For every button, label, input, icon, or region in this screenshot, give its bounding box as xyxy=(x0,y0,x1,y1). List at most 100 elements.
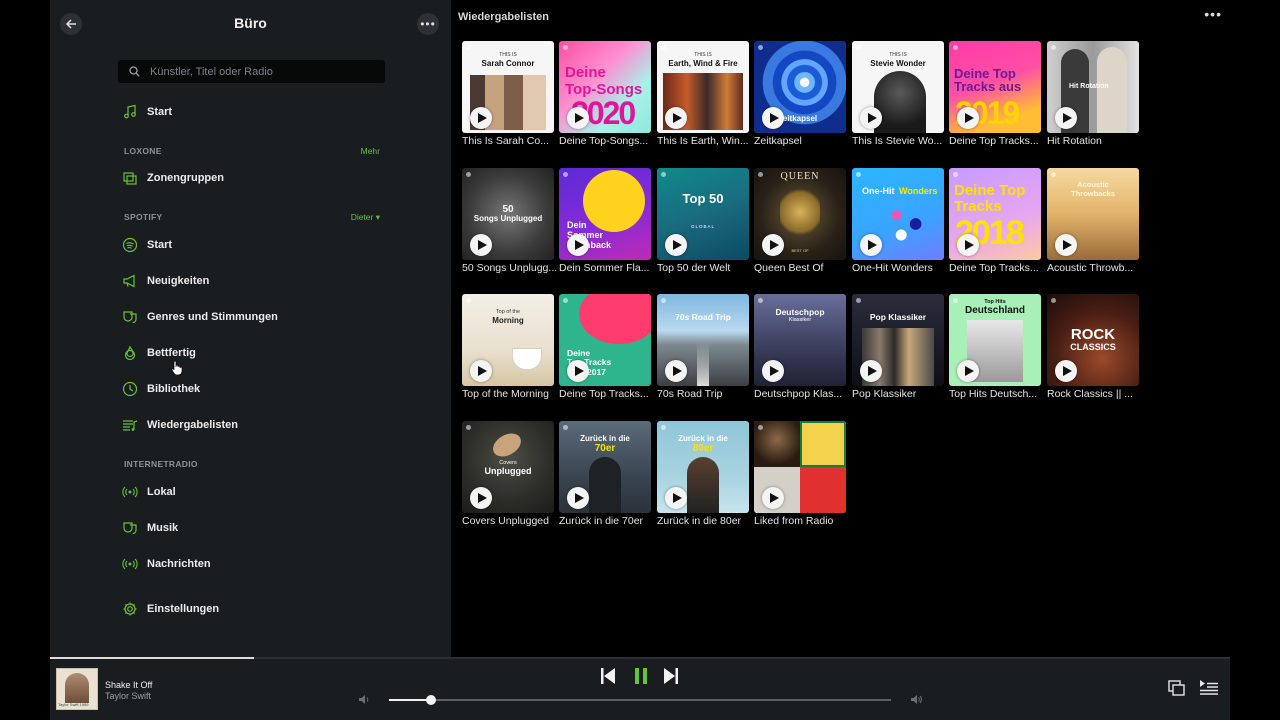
playlist-cover: Deine Top Tracks 2018 xyxy=(949,168,1041,260)
volume-slider-track[interactable] xyxy=(389,699,891,701)
playlist-caption: Acoustic Throwb... xyxy=(1047,262,1134,274)
play-icon xyxy=(574,366,584,376)
playlist-cover: Zurück in die 70er xyxy=(559,421,651,513)
volume-high-icon[interactable] xyxy=(910,694,922,705)
play-button[interactable] xyxy=(665,107,687,129)
playlist-tile[interactable]: THIS IS Earth, Wind & Fire This Is Earth… xyxy=(657,41,749,155)
track-title[interactable]: Shake It Off xyxy=(105,680,152,690)
nav-label: Bettfertig xyxy=(147,347,196,359)
playlist-cover: One-Hit Wonders xyxy=(852,168,944,260)
hand-cursor-icon xyxy=(171,360,183,376)
play-button[interactable] xyxy=(860,360,882,382)
zone-indicator xyxy=(50,657,254,659)
playlist-tile[interactable]: Hit Rotation Hit Rotation xyxy=(1047,41,1139,155)
playlist-tile[interactable]: Top of the Morning Top of the Morning xyxy=(462,294,554,408)
play-button[interactable] xyxy=(567,487,589,509)
playlist-tile[interactable]: 50 Songs Unplugged 50 Songs Unplugg... xyxy=(462,168,557,282)
nav-label: Bibliothek xyxy=(147,383,201,395)
playlist-tile[interactable]: Dein Sommer Flashback Dein Sommer Fla... xyxy=(559,168,651,282)
playlist-cover: 70s Road Trip xyxy=(657,294,749,386)
playlist-tile[interactable]: One-Hit Wonders One-Hit Wonders xyxy=(852,168,944,282)
next-button[interactable] xyxy=(663,667,679,685)
playlist-tile[interactable]: 70s Road Trip 70s Road Trip xyxy=(657,294,749,408)
gear-icon xyxy=(123,602,137,616)
play-button[interactable] xyxy=(470,234,492,256)
playlist-caption: Dein Sommer Fla... xyxy=(559,262,650,274)
playlist-cover: Hit Rotation xyxy=(1047,41,1139,133)
zone-group-icon[interactable] xyxy=(1167,679,1187,697)
playlist-tile[interactable]: THIS IS Stevie Wonder This Is Stevie Wo.… xyxy=(852,41,944,155)
play-icon xyxy=(672,113,682,123)
playlist-caption: Top Hits Deutsch... xyxy=(949,388,1038,400)
play-icon xyxy=(672,240,682,250)
play-icon xyxy=(574,113,584,123)
play-button[interactable] xyxy=(957,234,979,256)
nav-label: Musik xyxy=(147,522,179,534)
play-button[interactable] xyxy=(567,234,589,256)
play-button[interactable] xyxy=(567,107,589,129)
playlist-tile[interactable]: Deine Top Tracks 2018 Deine Top Tracks..… xyxy=(949,168,1041,282)
play-button[interactable] xyxy=(762,107,784,129)
pause-button[interactable] xyxy=(633,667,649,685)
queue-icon[interactable] xyxy=(1199,679,1219,697)
play-button[interactable] xyxy=(762,360,784,382)
clock-icon xyxy=(122,381,138,397)
playlist-caption: Liked from Radio xyxy=(754,515,834,527)
play-button[interactable] xyxy=(860,234,882,256)
playlist-cover: Deutschpop Klassiker xyxy=(754,294,846,386)
playlist-tile[interactable]: Top 50 GLOBAL Top 50 der Welt xyxy=(657,168,749,282)
volume-low-icon[interactable] xyxy=(358,694,370,705)
previous-button[interactable] xyxy=(600,667,616,685)
play-button[interactable] xyxy=(470,107,492,129)
search-input[interactable] xyxy=(150,60,375,83)
play-button[interactable] xyxy=(860,107,882,129)
playlist-tile[interactable]: Acoustic Throwbacks Acoustic Throwb... xyxy=(1047,168,1139,282)
zone-groups-icon xyxy=(123,172,137,185)
play-button[interactable] xyxy=(567,360,589,382)
play-button[interactable] xyxy=(957,107,979,129)
more-button[interactable]: ••• xyxy=(417,13,439,35)
playlist-tile[interactable]: Pop Klassiker Pop Klassiker xyxy=(852,294,944,408)
playlist-caption: This Is Stevie Wo... xyxy=(852,135,943,147)
track-artist[interactable]: Taylor Swift xyxy=(105,691,151,701)
playlist-cover: Dein Sommer Flashback xyxy=(559,168,651,260)
playlist-tile[interactable]: THIS IS Sarah Connor This Is Sarah Co... xyxy=(462,41,554,155)
playlist-area: Wiedergabelisten ••• THIS IS Sarah Conno… xyxy=(452,0,1230,657)
play-button[interactable] xyxy=(1055,360,1077,382)
playlist-tile[interactable]: Top Hits Deutschland Top Hits Deutsch... xyxy=(949,294,1041,408)
play-button[interactable] xyxy=(762,234,784,256)
playlist-tile[interactable]: Zurück in die 70er Zurück in die 70er xyxy=(559,421,651,535)
playlist-tile[interactable]: Zurück in die 80er Zurück in die 80er xyxy=(657,421,749,535)
play-button[interactable] xyxy=(470,487,492,509)
playlist-tile[interactable]: ROCK CLASSICS Rock Classics || ... xyxy=(1047,294,1139,408)
playlist-tile[interactable]: Zeitkapsel Zeitkapsel xyxy=(754,41,846,155)
playlist-tile[interactable]: QUEEN BEST OF Queen Best Of xyxy=(754,168,846,282)
play-button[interactable] xyxy=(665,360,687,382)
megaphone-icon xyxy=(123,274,135,288)
spotify-user-dropdown[interactable]: Dieter ▾ xyxy=(351,212,380,223)
playlist-cover: Top of the Morning xyxy=(462,294,554,386)
mehr-link[interactable]: Mehr xyxy=(361,146,380,156)
play-button[interactable] xyxy=(665,234,687,256)
playlist-tile[interactable]: Deine Top-Songs 2020 Deine Top-Songs... xyxy=(559,41,651,155)
more-menu-button[interactable]: ••• xyxy=(1204,6,1222,22)
play-icon xyxy=(964,366,974,376)
room-title: Büro xyxy=(234,15,267,31)
play-button[interactable] xyxy=(957,360,979,382)
playlist-tile[interactable]: Deine Top Tracks aus 2019 Deine Top Trac… xyxy=(949,41,1041,155)
play-button[interactable] xyxy=(1055,234,1077,256)
playlist-tile[interactable]: Deutschpop Klassiker Deutschpop Klas... xyxy=(754,294,846,408)
play-button[interactable] xyxy=(665,487,687,509)
play-icon xyxy=(574,240,584,250)
volume-slider-handle[interactable] xyxy=(426,695,436,705)
playlist-tile[interactable]: Liked from Radio xyxy=(754,421,846,535)
play-button[interactable] xyxy=(1055,107,1077,129)
play-button[interactable] xyxy=(470,360,492,382)
playlist-caption: Pop Klassiker xyxy=(852,388,917,400)
sidebar: Büro ••• Start LOXONE Mehr Zonengruppen … xyxy=(50,0,451,657)
sleep-icon xyxy=(124,345,136,361)
album-cover[interactable]: Taylor Swift 1989 xyxy=(56,668,98,710)
play-button[interactable] xyxy=(762,487,784,509)
playlist-tile[interactable]: Covers Unplugged Covers Unplugged xyxy=(462,421,554,535)
playlist-tile[interactable]: Deine Top Tracks 2017 Deine Top Tracks..… xyxy=(559,294,651,408)
